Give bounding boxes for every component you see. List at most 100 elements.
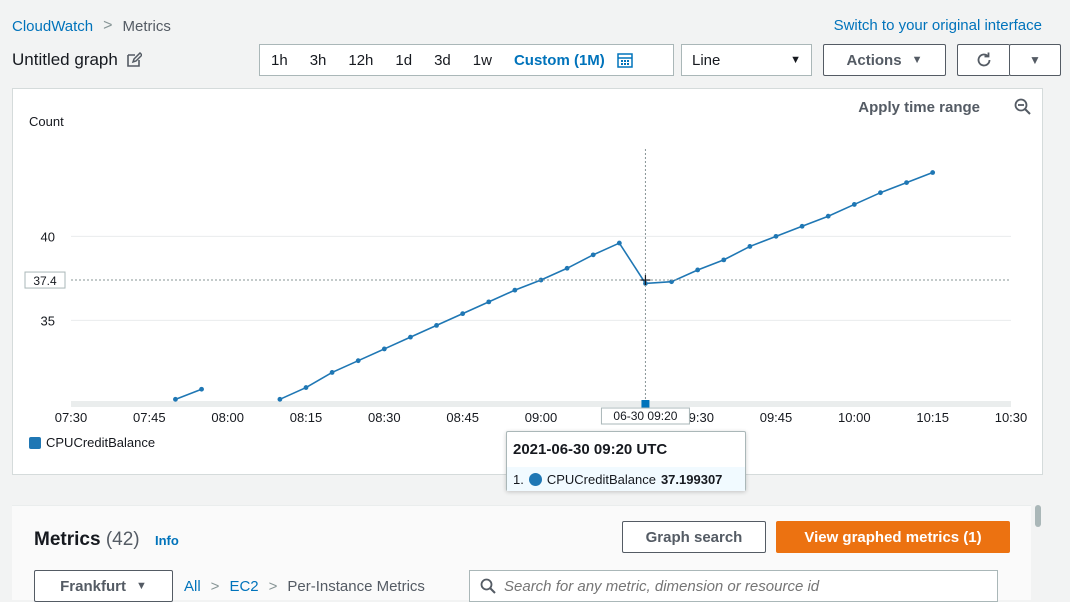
data-point [355, 358, 361, 364]
x-tick-0730: 07:30 [55, 410, 88, 425]
line-chart[interactable]: Count 35 40 07:30 07:45 08:00 08:15 08:30 08:4… [13, 89, 1042, 429]
graph-title: Untitled graph [12, 50, 142, 70]
graph-title-text: Untitled graph [12, 50, 118, 69]
breadcrumb: CloudWatch > Metrics [12, 17, 171, 35]
actions-label: Actions [846, 51, 902, 69]
crosshair: 37.4 06-30 09:20 [24, 149, 1011, 425]
x-tick-0830: 08:30 [368, 410, 401, 425]
series-line-segment-0 [175, 388, 202, 401]
info-link[interactable]: Info [155, 533, 179, 548]
data-point [486, 299, 492, 305]
range-1d[interactable]: 1d [384, 52, 423, 69]
calendar-icon[interactable] [617, 52, 633, 68]
legend-swatch [29, 436, 41, 449]
tooltip-value: 37.199307 [660, 471, 723, 487]
range-3h[interactable]: 3h [299, 52, 338, 69]
crosshair-x-label: 06-30 09:20 [613, 409, 677, 423]
caret-down-icon: ▼ [1029, 53, 1041, 67]
y-axis-label: Count [29, 114, 64, 129]
data-point [616, 240, 622, 246]
edit-icon[interactable] [126, 52, 142, 68]
x-tick-1030: 10:30 [995, 410, 1028, 425]
data-point [799, 223, 805, 229]
data-point [277, 396, 283, 402]
chevron-right-icon: > [210, 578, 220, 595]
actions-button[interactable]: Actions ▼ [823, 44, 946, 76]
range-12h[interactable]: 12h [337, 52, 384, 69]
data-point [590, 252, 596, 258]
range-1w[interactable]: 1w [462, 52, 503, 69]
data-point [512, 287, 518, 293]
data-point [825, 213, 831, 219]
x-tick-1015: 10:15 [916, 410, 949, 425]
graph-search-button[interactable]: Graph search [622, 521, 766, 553]
data-point [904, 180, 909, 185]
refresh-button[interactable] [957, 44, 1010, 76]
x-tick-0800: 08:00 [211, 410, 244, 425]
metrics-breadcrumb: All > EC2 > Per-Instance Metrics [184, 578, 425, 595]
data-point [851, 202, 857, 207]
y-tick-40: 40 [41, 229, 55, 244]
data-point [930, 170, 936, 175]
data-point [434, 323, 439, 328]
chevron-right-icon: > [268, 578, 278, 595]
switch-interface-link[interactable]: Switch to your original interface [834, 17, 1042, 34]
chart-legend[interactable]: CPUCreditBalance [29, 435, 155, 450]
x-tick-1000: 10:00 [838, 410, 871, 425]
region-value: Frankfurt [60, 577, 126, 595]
x-tick-0745: 07:45 [133, 410, 166, 425]
data-point [408, 334, 413, 340]
range-1h[interactable]: 1h [260, 52, 299, 69]
metric-search-input[interactable] [504, 577, 984, 595]
chart-grid [71, 235, 1011, 407]
chevron-right-icon: > [103, 17, 113, 34]
x-tick-0945: 09:45 [760, 410, 793, 425]
data-point [721, 257, 727, 263]
tooltip-index: 1. [513, 471, 524, 487]
data-point [564, 265, 570, 271]
x-tick-0815: 08:15 [290, 410, 323, 425]
x-axis-ticks: 07:3007:4508:0008:1508:3008:4509:0009:15… [55, 410, 1028, 425]
tooltip-row: 1. CPUCreditBalance 37.199307 [507, 467, 745, 491]
search-icon [480, 578, 496, 594]
breadcrumb-cloudwatch-link[interactable]: CloudWatch [12, 18, 93, 35]
metrics-heading: Metrics (42) [34, 529, 140, 551]
series-line-segment-1 [279, 171, 933, 401]
graph-type-select[interactable]: Line ▼ [681, 44, 812, 76]
caret-down-icon: ▼ [911, 54, 923, 66]
tooltip-title: 2021-06-30 09:20 UTC [513, 441, 668, 458]
caret-down-icon: ▼ [135, 580, 147, 592]
graph-type-value: Line [692, 51, 721, 69]
chart-tooltip: 2021-06-30 09:20 UTC 1. CPUCreditBalance… [506, 431, 746, 491]
x-axis-band [71, 401, 1011, 407]
view-graphed-metrics-button[interactable]: View graphed metrics (1) [776, 521, 1010, 553]
crumb-per-instance: Per-Instance Metrics [287, 578, 425, 595]
x-tick-0900: 09:00 [525, 410, 558, 425]
data-point [199, 386, 204, 392]
region-select[interactable]: Frankfurt ▼ [34, 570, 173, 602]
metrics-count: (42) [105, 529, 140, 550]
data-point [747, 244, 753, 249]
crumb-all[interactable]: All [184, 578, 201, 595]
scrollbar-thumb[interactable] [1035, 505, 1041, 527]
crumb-ec2[interactable]: EC2 [229, 578, 258, 595]
series-color-dot [528, 472, 542, 486]
data-point [773, 233, 779, 239]
y-tick-35: 35 [41, 313, 55, 328]
data-point [329, 370, 335, 375]
data-point [460, 311, 466, 317]
caret-down-icon: ▼ [790, 54, 801, 66]
tooltip-metric: CPUCreditBalance [546, 471, 656, 487]
range-3d[interactable]: 3d [423, 52, 462, 69]
refresh-icon [977, 52, 991, 67]
refresh-options-button[interactable]: ▼ [1009, 44, 1061, 76]
data-point [173, 396, 178, 402]
range-custom[interactable]: Custom (1M) [503, 52, 613, 69]
metric-search-box [469, 570, 998, 602]
crosshair-x-marker [641, 400, 650, 408]
time-range-selector: 1h 3h 12h 1d 3d 1w Custom (1M) [259, 44, 674, 76]
series-cpucreditbalance [173, 170, 936, 402]
data-point [303, 385, 309, 390]
graph-panel: Apply time range Count 35 40 07:30 07:45 08… [12, 88, 1043, 475]
data-point [695, 267, 701, 273]
